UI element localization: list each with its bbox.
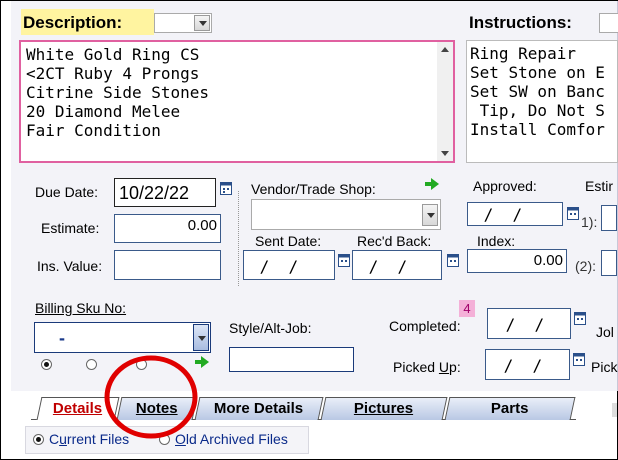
estimate-1-input[interactable]	[601, 205, 617, 231]
column-divider	[238, 191, 240, 286]
completed-badge: 4	[459, 300, 475, 317]
current-files-radio[interactable]	[33, 434, 44, 445]
description-scrollbar[interactable]	[437, 42, 453, 161]
estimate-1-label: 1):	[581, 214, 598, 230]
instructions-line-4: Tip, Do Not S	[470, 101, 605, 120]
instructions-label: Instructions:	[469, 13, 572, 32]
tab-more-details-label: More Details	[214, 400, 304, 417]
billing-radio-2[interactable]	[86, 359, 97, 370]
description-line-3: Citrine Side Stones	[26, 83, 210, 102]
instructions-line-5: Install Comfor	[470, 120, 605, 139]
due-date-label: Due Date:	[35, 184, 99, 200]
ins-value-input[interactable]	[114, 250, 221, 280]
style-alt-job-label: Style/Alt-Job:	[229, 320, 312, 336]
description-line-4: 20 Diamond Melee	[26, 102, 181, 121]
approved-label: Approved:	[473, 178, 537, 194]
scroll-up-icon[interactable]	[441, 47, 449, 52]
instructions-line-1: Ring Repair	[470, 44, 576, 63]
recd-back-input[interactable]: / /	[352, 250, 442, 280]
estimate-input[interactable]: 0.00	[114, 214, 221, 243]
instructions-line-3: Set SW on Banc	[470, 82, 605, 101]
chevron-down-icon[interactable]	[193, 324, 209, 351]
tab-parts-label: Parts	[491, 400, 529, 417]
description-type-select[interactable]	[154, 13, 212, 33]
sent-date-label: Sent Date:	[255, 233, 322, 249]
tab-more-details[interactable]: More Details	[194, 397, 324, 420]
instructions-type-select[interactable]	[599, 13, 618, 33]
calendar-icon[interactable]	[574, 311, 586, 325]
description-line-2: <2CT Ruby 4 Prongs	[26, 64, 200, 83]
sent-date-input[interactable]: / /	[243, 250, 335, 280]
description-label: Description:	[23, 13, 123, 32]
description-textarea[interactable]: White Gold Ring CS <2CT Ruby 4 Prongs Ci…	[19, 40, 455, 163]
style-alt-job-input[interactable]	[229, 347, 354, 372]
billing-sku-label: Billing Sku No:	[35, 300, 127, 316]
index-label: Index:	[477, 233, 516, 249]
tab-pictures-label: Pictures	[354, 400, 414, 417]
tab-pictures[interactable]: Pictures	[320, 397, 448, 420]
calendar-icon[interactable]	[567, 206, 579, 220]
index-input[interactable]: 0.00	[467, 249, 567, 273]
instructions-textarea[interactable]: Ring Repair Set Stone on E Set SW on Ban…	[466, 40, 618, 163]
billing-sku-value: -	[59, 328, 65, 348]
scroll-down-icon[interactable]	[441, 151, 449, 156]
chevron-down-icon[interactable]	[422, 204, 438, 226]
picked-up-label: Picked Up:	[393, 359, 461, 375]
billing-go-icon[interactable]	[195, 356, 209, 368]
vendor-go-icon[interactable]	[425, 178, 439, 190]
job-label: Jol	[596, 324, 614, 340]
completed-label: Completed:	[389, 318, 461, 334]
annotation-circle	[104, 355, 198, 439]
instructions-line-2: Set Stone on E	[470, 63, 605, 82]
tab-details-label: Details	[53, 400, 103, 417]
calendar-icon[interactable]	[447, 253, 459, 267]
tab-parts[interactable]: Parts	[444, 397, 576, 420]
vendor-select[interactable]	[251, 199, 441, 230]
due-date-input[interactable]: 10/22/22	[114, 178, 216, 207]
window-frame: Description: White Gold Ring CS <2CT Rub…	[0, 0, 618, 460]
ins-value-label: Ins. Value:	[37, 258, 103, 274]
description-line-5: Fair Condition	[26, 121, 161, 140]
recd-back-label: Rec'd Back:	[357, 233, 432, 249]
vendor-label: Vendor/Trade Shop:	[251, 181, 376, 197]
description-line-1: White Gold Ring CS	[26, 45, 200, 64]
calendar-icon[interactable]	[338, 253, 350, 267]
calendar-icon[interactable]	[573, 352, 585, 366]
completed-input[interactable]: / /	[487, 308, 571, 339]
estimate-2-label: (2):	[575, 258, 596, 274]
pick-label: Pick	[591, 359, 618, 375]
tab-strip-end-mark	[612, 403, 617, 417]
billing-sku-select[interactable]: -	[34, 322, 211, 353]
chevron-down-icon[interactable]	[194, 15, 210, 31]
estimate-date-label: Estir	[585, 178, 613, 194]
approved-input[interactable]: / /	[467, 202, 563, 226]
estimate-2-input[interactable]	[601, 250, 617, 276]
estimate-label: Estimate:	[41, 220, 100, 236]
picked-up-input[interactable]: / /	[485, 349, 570, 380]
calendar-icon[interactable]	[220, 181, 232, 195]
details-panel: Description: White Gold Ring CS <2CT Rub…	[11, 1, 618, 391]
billing-radio-1[interactable]	[41, 359, 52, 370]
